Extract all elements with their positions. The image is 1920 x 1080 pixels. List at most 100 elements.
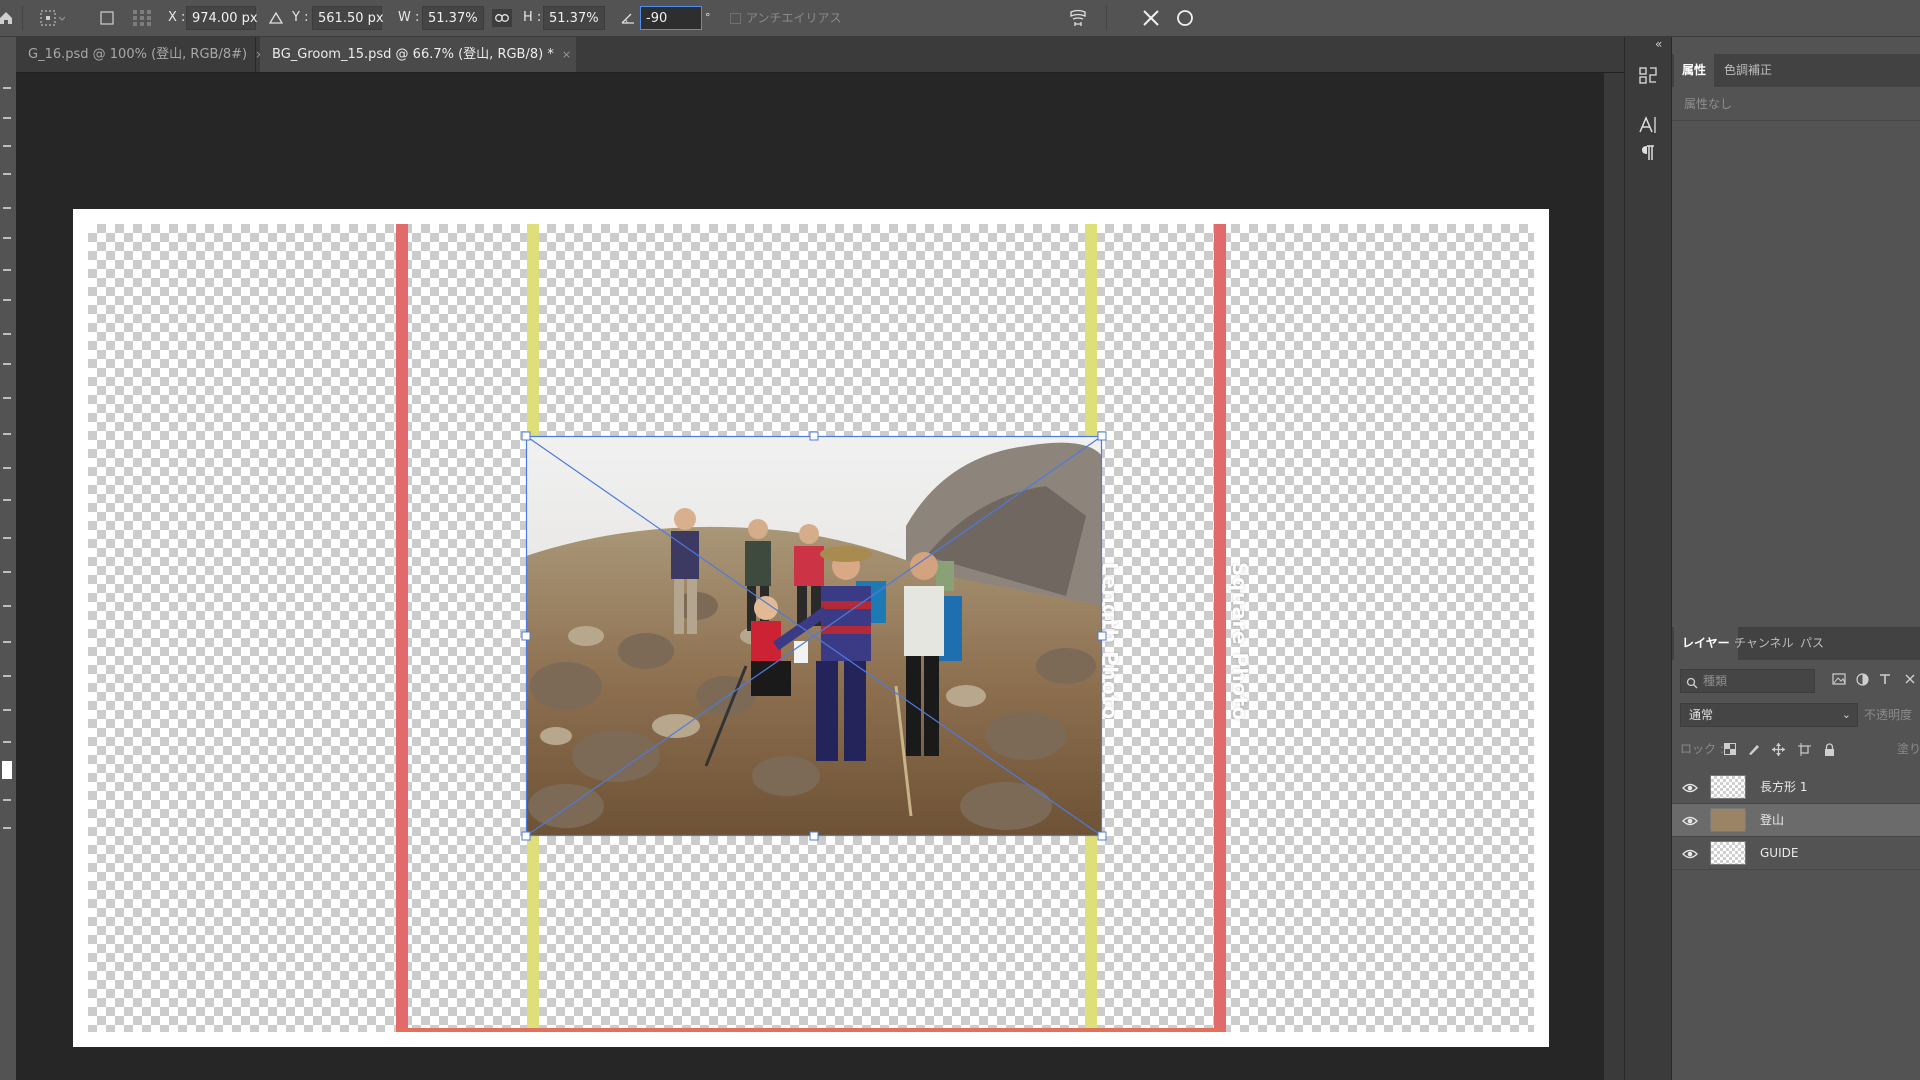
layer-thumbnail xyxy=(1710,775,1746,799)
tab-properties[interactable]: 属性 xyxy=(1674,54,1715,87)
crop-tool-icon[interactable] xyxy=(3,207,11,209)
paragraph-panel-icon[interactable] xyxy=(1636,141,1660,165)
angle-unit: ° xyxy=(705,11,711,24)
type-tool-icon[interactable] xyxy=(3,571,11,573)
right-panel: 属性 色調補正 属性なし レイヤー チャンネル パス 種類 通常 ⌄ 不透明度 … xyxy=(1671,37,1920,1080)
lock-transparent-icon[interactable] xyxy=(1724,743,1736,755)
document-tabs: G_16.psd @ 100% (登山, RGB/8#)× BG_Groom_1… xyxy=(16,37,1624,73)
eye-icon[interactable] xyxy=(1682,812,1698,831)
layer-row-guide[interactable]: GUIDE xyxy=(1672,837,1920,870)
chevron-down-icon: ⌄ xyxy=(1841,708,1851,721)
shape-filter-icon[interactable] xyxy=(1904,673,1916,685)
home-icon[interactable] xyxy=(0,8,16,28)
opacity-label: 不透明度 xyxy=(1864,708,1913,722)
collapse-panels-icon[interactable]: « xyxy=(1655,37,1662,51)
eye-icon[interactable] xyxy=(1682,779,1698,798)
quick-mask-icon[interactable] xyxy=(3,799,11,801)
eraser-tool-icon[interactable] xyxy=(3,397,11,399)
reference-checkbox[interactable] xyxy=(98,9,116,27)
shape-tool-icon[interactable] xyxy=(3,641,11,643)
path-selection-tool-icon[interactable] xyxy=(3,605,11,607)
delta-icon xyxy=(268,10,284,26)
layer-name: 登山 xyxy=(1760,813,1785,827)
tab-channels[interactable]: チャンネル xyxy=(1726,627,1802,660)
angle-field[interactable]: -90 xyxy=(640,6,702,30)
commit-transform-icon[interactable] xyxy=(1174,7,1196,29)
image-filter-icon[interactable] xyxy=(1832,673,1846,685)
h-label: H : xyxy=(523,10,542,25)
properties-tabs: 属性 色調補正 xyxy=(1672,54,1920,87)
tab-g16[interactable]: G_16.psd @ 100% (登山, RGB/8#)× xyxy=(16,37,264,72)
lock-pixels-icon[interactable] xyxy=(1748,743,1760,755)
history-brush-tool-icon[interactable] xyxy=(3,363,11,365)
antialias-checkbox[interactable] xyxy=(729,12,741,24)
pen-tool-icon[interactable] xyxy=(3,537,11,539)
foreground-color-swatch[interactable] xyxy=(2,761,12,779)
blend-mode-select[interactable]: 通常 ⌄ xyxy=(1680,703,1858,727)
more-tools-icon[interactable] xyxy=(3,741,11,743)
layer-row-rectangle[interactable]: 長方形 1 xyxy=(1672,771,1920,804)
vertical-scrollbar[interactable] xyxy=(1604,73,1624,1080)
w-label: W : xyxy=(398,10,420,25)
antialias-label: アンチエイリアス xyxy=(746,11,842,25)
properties-empty-text: 属性なし xyxy=(1672,87,1920,121)
x-field[interactable]: 974.00 px xyxy=(186,6,258,30)
lock-position-icon[interactable] xyxy=(1772,743,1785,756)
layer-filter-search[interactable]: 種類 xyxy=(1680,669,1815,693)
hand-tool-icon[interactable] xyxy=(3,675,11,677)
lasso-tool-icon[interactable] xyxy=(3,145,11,147)
eye-icon[interactable] xyxy=(1682,845,1698,864)
tab-paths[interactable]: パス xyxy=(1792,627,1832,660)
layer-filter-placeholder: 種類 xyxy=(1703,674,1728,688)
cancel-transform-icon[interactable] xyxy=(1140,7,1162,29)
height-field[interactable]: 51.37% xyxy=(543,6,605,30)
adjustment-filter-icon[interactable] xyxy=(1856,673,1869,686)
type-filter-icon[interactable] xyxy=(1879,673,1891,685)
grid-icon xyxy=(131,8,153,28)
x-label: X : xyxy=(168,10,186,25)
magic-wand-tool-icon[interactable] xyxy=(3,173,11,175)
link-aspect-icon[interactable] xyxy=(492,9,512,27)
tab-label: BG_Groom_15.psd @ 66.7% (登山, RGB/8) * xyxy=(272,47,554,62)
dodge-tool-icon[interactable] xyxy=(3,499,11,501)
layers-tabs: レイヤー チャンネル パス xyxy=(1672,627,1920,660)
move-tool-icon[interactable] xyxy=(3,87,11,89)
eyedropper-tool-icon[interactable] xyxy=(3,237,11,239)
brush-tool-icon[interactable] xyxy=(3,299,11,301)
tab-close-icon[interactable]: × xyxy=(562,48,571,61)
layer-thumbnail xyxy=(1710,841,1746,865)
gradient-tool-icon[interactable] xyxy=(3,433,11,435)
marquee-tool-icon[interactable] xyxy=(3,117,11,119)
lock-label: ロック : xyxy=(1680,742,1724,756)
lock-artboard-icon[interactable] xyxy=(1798,743,1811,756)
photoshop-window: X : 974.00 px Y : 561.50 px W : 51.37% H… xyxy=(0,0,1920,1080)
blend-mode-value: 通常 xyxy=(1689,708,1714,722)
stamp-tool-icon[interactable] xyxy=(3,333,11,335)
free-transform-box[interactable] xyxy=(521,431,1107,841)
layer-thumbnail xyxy=(1710,808,1746,832)
tab-adjustments[interactable]: 色調補正 xyxy=(1716,54,1780,87)
layer-row-tozan[interactable]: 登山 xyxy=(1672,804,1920,837)
tab-bg-groom-15[interactable]: BG_Groom_15.psd @ 66.7% (登山, RGB/8) * × xyxy=(260,37,576,72)
guide-red-right xyxy=(1214,224,1226,1032)
properties-body: 属性なし xyxy=(1672,87,1920,647)
guide-bottom-line xyxy=(396,1028,1222,1032)
history-panel-icon[interactable] xyxy=(1636,63,1660,87)
layer-name: 長方形 1 xyxy=(1760,780,1808,794)
width-field[interactable]: 51.37% xyxy=(422,6,484,30)
lock-row: ロック : xyxy=(1680,737,1724,761)
tab-label: G_16.psd @ 100% (登山, RGB/8#) xyxy=(28,47,248,62)
screen-mode-icon[interactable] xyxy=(3,827,11,829)
fill-label: 塗り xyxy=(1897,742,1920,756)
character-panel-icon[interactable] xyxy=(1636,113,1660,137)
blur-tool-icon[interactable] xyxy=(3,467,11,469)
healing-tool-icon[interactable] xyxy=(3,269,11,271)
guide-red-left xyxy=(396,224,408,1032)
lock-all-icon[interactable] xyxy=(1824,743,1835,756)
warp-icon[interactable] xyxy=(1066,6,1090,30)
reference-point-icon[interactable] xyxy=(38,8,66,28)
y-label: Y : xyxy=(292,10,309,25)
square-photo-label: Square Photo xyxy=(1228,562,1252,721)
zoom-tool-icon[interactable] xyxy=(3,709,11,711)
y-field[interactable]: 561.50 px xyxy=(312,6,384,30)
